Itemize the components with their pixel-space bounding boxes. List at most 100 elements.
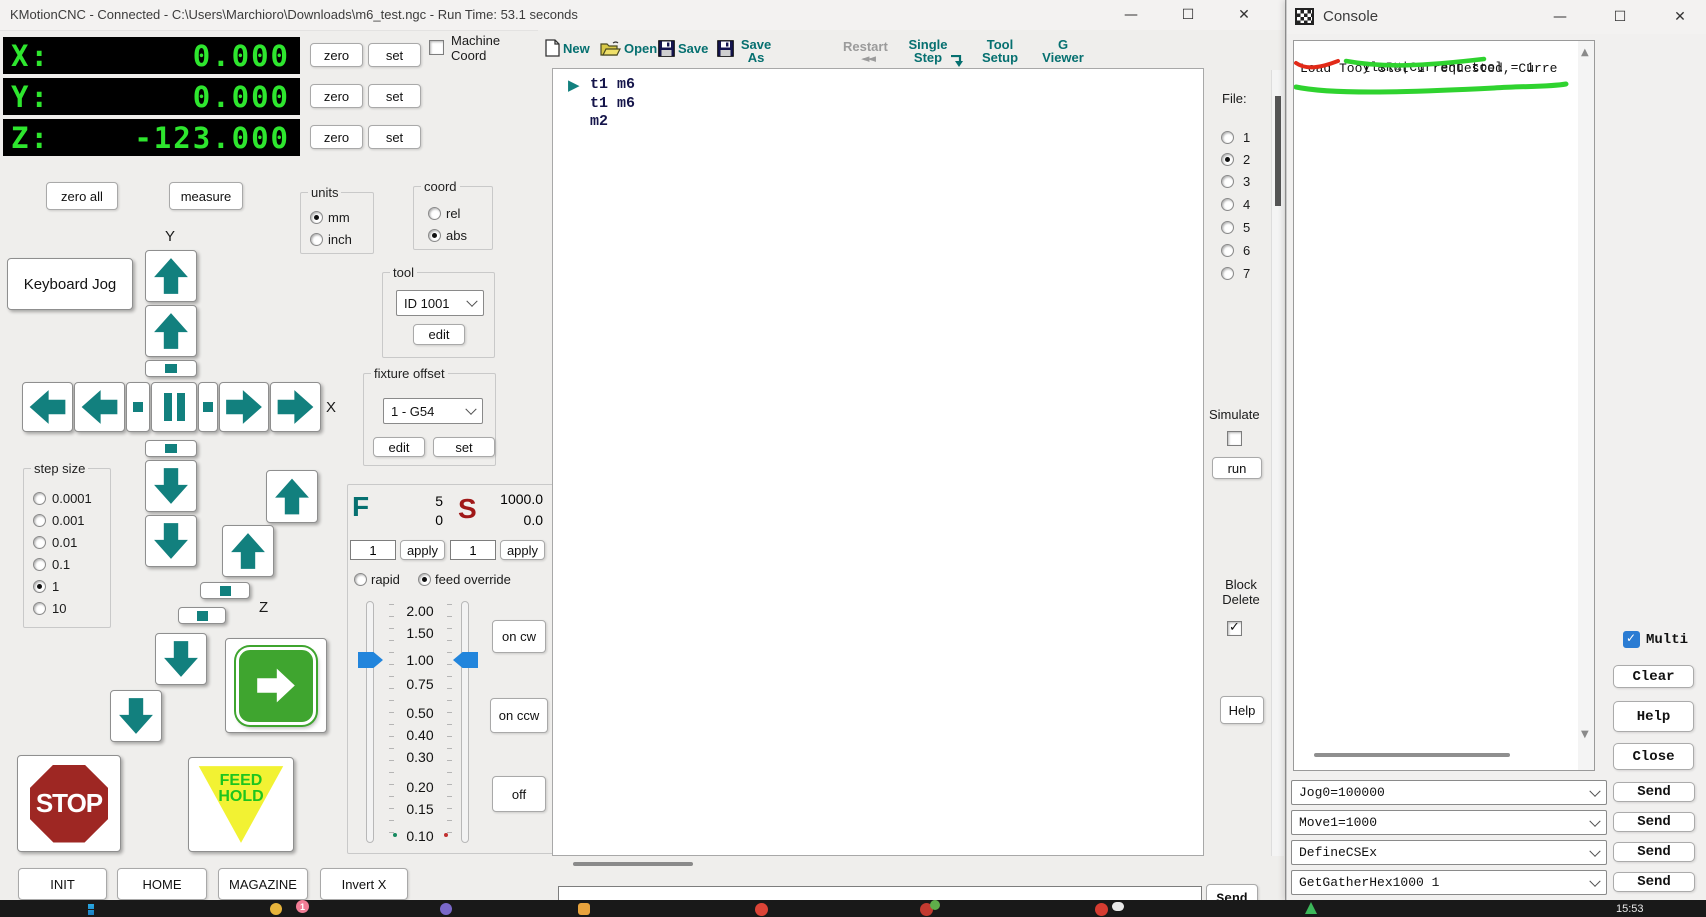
file-radio-6[interactable] [1221, 244, 1234, 257]
jog-z-minus-step-button[interactable] [178, 607, 226, 624]
file-radio-2[interactable] [1221, 153, 1234, 166]
console-command-combo-2[interactable]: Move1=1000 [1291, 810, 1607, 835]
step-size-radio-1[interactable] [33, 580, 46, 593]
new-button[interactable]: New [563, 42, 590, 55]
rapid-radio[interactable] [354, 573, 367, 586]
taskbar-app-icon[interactable] [578, 903, 590, 915]
tool-edit-button[interactable]: edit [413, 324, 465, 345]
console-send-button[interactable]: Send [1613, 782, 1695, 802]
zero-y-button[interactable]: zero [310, 84, 363, 108]
spindle-input[interactable]: 1 [450, 540, 496, 560]
jog-z-minus-slow-button[interactable] [155, 633, 207, 685]
jog-x-minus-slow-button[interactable] [74, 382, 125, 432]
magazine-button[interactable]: MAGAZINE [218, 868, 308, 900]
jog-x-minus-step-button[interactable] [126, 382, 150, 432]
taskbar-app-icon[interactable] [270, 903, 282, 915]
file-radio-4[interactable] [1221, 198, 1234, 211]
block-delete-checkbox[interactable] [1227, 621, 1242, 636]
multi-checkbox[interactable] [1623, 631, 1640, 648]
console-output[interactable]: ÿlæR¼|Current tool = 1 Load Tool Slot 1 … [1293, 40, 1595, 771]
simulate-checkbox[interactable] [1227, 431, 1242, 446]
save-icon[interactable] [658, 40, 675, 57]
gcode-line[interactable]: t1 m6 [590, 76, 635, 93]
units-mm-radio[interactable] [310, 211, 323, 224]
console-clear-button[interactable]: Clear [1613, 665, 1694, 688]
tool-select[interactable]: ID 1001 [396, 290, 484, 316]
console-send-button[interactable]: Send [1613, 812, 1695, 832]
feedrate-input[interactable]: 1 [350, 540, 396, 560]
gcode-editor[interactable] [552, 68, 1204, 856]
spindle-on-ccw-button[interactable]: on ccw [490, 698, 548, 733]
taskbar-app-icon[interactable] [1305, 902, 1317, 914]
file-radio-5[interactable] [1221, 221, 1234, 234]
open-folder-icon[interactable] [600, 41, 621, 56]
jog-x-plus-fast-button[interactable] [270, 382, 321, 432]
step-size-radio-0.001[interactable] [33, 514, 46, 527]
gcode-line[interactable]: m2 [590, 113, 608, 130]
tool-setup-button[interactable]: Tool Setup [974, 38, 1026, 64]
file-radio-7[interactable] [1221, 267, 1234, 280]
main-title-bar[interactable]: KMotionCNC - Connected - C:\Users\Marchi… [0, 0, 1285, 31]
init-button[interactable]: INIT [18, 868, 107, 900]
minimize-icon[interactable]: — [1113, 2, 1149, 28]
feed-hold-button[interactable]: FEED HOLD [188, 757, 294, 852]
step-size-radio-10[interactable] [33, 602, 46, 615]
close-icon[interactable]: ✕ [1226, 2, 1262, 28]
zero-all-button[interactable]: zero all [46, 182, 118, 210]
jog-z-plus-fast-button[interactable] [266, 470, 318, 523]
set-z-button[interactable]: set [368, 125, 421, 149]
stop-button[interactable]: STOP [17, 755, 121, 852]
taskbar-app-icon[interactable] [1095, 903, 1108, 916]
jog-z-plus-step-button[interactable] [200, 582, 250, 599]
taskbar-clock[interactable]: 15:53 [1616, 903, 1644, 915]
feed-override-radio[interactable] [418, 573, 431, 586]
minimize-icon[interactable]: — [1542, 4, 1578, 30]
jog-y-minus-fast-button[interactable] [145, 515, 197, 567]
measure-button[interactable]: measure [169, 182, 243, 210]
maximize-icon[interactable]: ☐ [1170, 2, 1206, 28]
open-button[interactable]: Open [624, 42, 657, 55]
jog-y-plus-step-button[interactable] [145, 360, 197, 377]
console-close-button[interactable]: Close [1613, 743, 1694, 770]
start-icon[interactable] [88, 904, 101, 915]
coord-abs-radio[interactable] [428, 229, 441, 242]
editor-vertical-scrollbar[interactable] [1271, 70, 1284, 856]
step-size-radio-0.1[interactable] [33, 558, 46, 571]
console-vertical-scrollbar[interactable]: ▲ ▼ [1578, 41, 1594, 770]
fixture-set-button[interactable]: set [433, 437, 495, 457]
scroll-up-icon[interactable]: ▲ [1581, 47, 1589, 58]
taskbar[interactable]: 1 15:53 [0, 900, 1706, 917]
single-step-button[interactable]: Single Step [905, 38, 951, 64]
console-command-combo-4[interactable]: GetGatherHex1000 1 [1291, 870, 1607, 895]
new-file-icon[interactable] [545, 39, 560, 57]
taskbar-app-icon[interactable] [1112, 902, 1124, 911]
jog-y-minus-slow-button[interactable] [145, 460, 197, 512]
spindle-apply-button[interactable]: apply [500, 540, 545, 560]
console-help-button[interactable]: Help [1613, 701, 1694, 732]
step-size-radio-0.0001[interactable] [33, 492, 46, 505]
file-radio-1[interactable] [1221, 131, 1234, 144]
console-title-bar[interactable]: Console — ☐ ✕ [1287, 0, 1706, 34]
home-button[interactable]: HOME [117, 868, 207, 900]
jog-x-minus-fast-button[interactable] [22, 382, 73, 432]
spindle-override-slider[interactable] [461, 601, 469, 843]
scrollbar-thumb[interactable] [573, 862, 693, 866]
gcode-line[interactable]: t1 m6 [590, 95, 635, 112]
spindle-on-cw-button[interactable]: on cw [492, 620, 546, 653]
save-button[interactable]: Save [678, 42, 708, 55]
maximize-icon[interactable]: ☐ [1602, 4, 1638, 30]
console-hscroll-thumb[interactable] [1314, 753, 1510, 757]
set-y-button[interactable]: set [368, 84, 421, 108]
zero-x-button[interactable]: zero [310, 43, 363, 67]
machine-coord-checkbox[interactable] [429, 40, 444, 55]
console-send-button[interactable]: Send [1613, 872, 1695, 892]
save-as-button[interactable]: Save As [737, 38, 775, 64]
g-viewer-button[interactable]: G Viewer [1038, 38, 1088, 64]
jog-y-plus-slow-button[interactable] [145, 305, 197, 357]
file-radio-3[interactable] [1221, 175, 1234, 188]
feedrate-apply-button[interactable]: apply [400, 540, 445, 560]
save-as-icon[interactable] [717, 40, 734, 57]
scroll-down-icon[interactable]: ▼ [1581, 729, 1589, 740]
console-send-button[interactable]: Send [1613, 842, 1695, 862]
cycle-start-button[interactable] [225, 638, 327, 733]
